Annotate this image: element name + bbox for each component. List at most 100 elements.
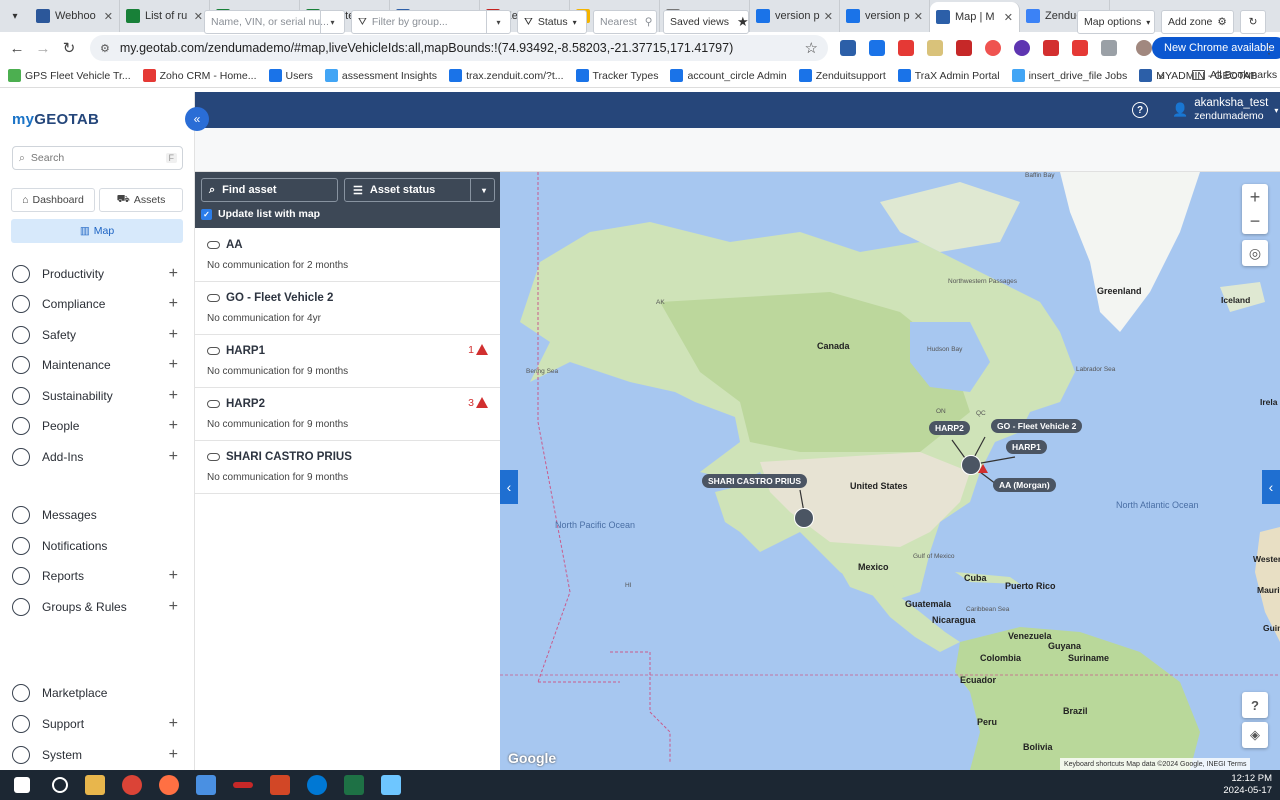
all-bookmarks-button[interactable]: All Bookmarks [1192,69,1277,81]
bookmarks-overflow-icon[interactable]: » [1158,69,1165,83]
help-icon[interactable]: ? [1132,102,1148,118]
sidebar-item-people[interactable]: People + [12,415,182,437]
dashboard-button[interactable]: ⌂ Dashboard [11,188,95,212]
vehicle-tag-go-fleet-vehicle-2[interactable]: GO - Fleet Vehicle 2 [991,419,1083,433]
expand-plus-icon[interactable]: + [169,387,178,405]
system-clock[interactable]: 12:12 PM 2024-05-17 [1223,773,1272,797]
site-info-icon[interactable]: ⚙ [100,42,110,55]
vehicle-tag-harp1[interactable]: HARP1 [1006,440,1047,454]
saved-views-button[interactable]: Saved views ★ [663,10,749,34]
collapse-panel-left-button[interactable]: ‹ [500,470,518,504]
sidebar-item-notifications[interactable]: Notifications [12,535,182,557]
map-view[interactable]: Baffin Bay Greenland Iceland Irela North… [500,172,1280,770]
sidebar-item-sustainability[interactable]: Sustainability + [12,385,182,407]
extension-icon-3[interactable] [898,40,914,56]
expand-panel-right-button[interactable]: ‹ [1262,470,1280,504]
windows-start-icon[interactable] [14,777,30,793]
bookmark-item[interactable]: Zenduitsupport [798,69,886,82]
extension-icon-7[interactable] [1014,40,1030,56]
sidebar-item-support[interactable]: Support + [12,713,182,735]
asset-list-item[interactable]: HARP2 No communication for 9 months 3 [195,388,500,441]
expand-plus-icon[interactable]: + [169,746,178,764]
update-list-checkbox[interactable]: ✓ Update list with map [201,208,320,220]
add-zone-button[interactable]: Add zone ⚙ [1161,10,1234,34]
close-tab-icon[interactable]: ✕ [1004,11,1013,24]
refresh-button[interactable]: ↻ [1240,10,1266,34]
chevron-down-icon[interactable]: ▾ [320,11,344,33]
expand-plus-icon[interactable]: + [169,598,178,616]
sidebar-item-maintenance[interactable]: Maintenance + [12,354,182,376]
extension-icon-4[interactable] [927,40,943,56]
vehicle-marker-shari[interactable] [794,508,814,528]
sidebar-item-marketplace[interactable]: Marketplace [12,682,182,704]
bookmark-item[interactable]: assessment Insights [324,69,437,82]
vehicle-tag-harp2[interactable]: HARP2 [929,421,970,435]
close-tab-icon[interactable]: ✕ [914,10,923,23]
browser-tab[interactable]: Map | M ✕ [930,2,1020,32]
expand-plus-icon[interactable]: + [169,417,178,435]
status-filter-button[interactable]: ⛛ Status ▾ [517,10,587,34]
chrome-icon[interactable] [122,775,142,795]
sidebar-item-messages[interactable]: Messages [12,504,182,526]
sidebar-item-reports[interactable]: Reports + [12,565,182,587]
app-icon-red[interactable] [233,782,253,788]
sidebar-item-productivity[interactable]: Productivity + [12,263,182,285]
asset-name-search-input[interactable]: Name, VIN, or serial nu... ▾ [204,10,345,34]
browser-menu-icon[interactable]: ⋮ [1262,40,1276,57]
asset-status-button[interactable]: ☰ Asset status ▾ [344,178,495,202]
expand-plus-icon[interactable]: + [169,265,178,283]
expand-plus-icon[interactable]: + [169,567,178,585]
asset-list-item[interactable]: SHARI CASTRO PRIUS No communication for 9… [195,441,500,494]
group-filter-input[interactable]: ⛛ Filter by group... ▾ [351,10,511,34]
search-icon[interactable] [52,777,68,793]
extension-icon-2[interactable] [869,40,885,56]
extensions-puzzle-icon[interactable] [1101,40,1117,56]
map-options-button[interactable]: Map options ▾ [1077,10,1155,34]
sidebar-item-compliance[interactable]: Compliance + [12,293,182,315]
bookmark-item[interactable]: insert_drive_file Jobs [1011,69,1127,82]
bookmark-star-icon[interactable]: ☆ [805,39,818,57]
sidebar-item-system[interactable]: System + [12,744,182,766]
assets-button[interactable]: ⛟ Assets [99,188,183,212]
asset-list-item[interactable]: HARP1 No communication for 9 months 1 [195,335,500,388]
profile-avatar-icon[interactable] [1136,40,1152,56]
sidebar-item-safety[interactable]: Safety + [12,324,182,346]
chevron-down-icon[interactable]: ▾ [486,11,510,33]
find-asset-button[interactable]: ⌕ Find asset [201,178,338,202]
extension-icon-5[interactable] [956,40,972,56]
map-help-button[interactable]: ? [1242,692,1268,718]
vehicle-tag-shari-castro-prius[interactable]: SHARI CASTRO PRIUS [702,474,808,488]
mygeotab-logo[interactable]: myGEOTAB [12,111,99,128]
zoom-out-icon[interactable]: − [1250,209,1261,233]
browser-tab[interactable]: List of ru ✕ [120,0,210,32]
powerpoint-icon[interactable] [270,775,290,795]
skype-icon[interactable] [307,775,327,795]
browser-tab[interactable]: version p ✕ [750,0,840,32]
user-menu[interactable]: 👤 akanksha_test zendumademo ▾ [1172,97,1278,123]
zoom-in-icon[interactable]: + [1250,185,1261,209]
bookmark-item[interactable]: trax.zenduit.com/?t... [449,69,564,82]
new-chrome-available-button[interactable]: New Chrome available [1152,37,1280,59]
expand-plus-icon[interactable]: + [169,448,178,466]
bookmark-item[interactable]: TraX Admin Portal [897,69,1000,82]
back-icon[interactable]: ← [4,40,30,57]
asset-list-item[interactable]: GO - Fleet Vehicle 2 No communication for… [195,282,500,335]
excel-icon[interactable] [344,775,364,795]
browser-tab[interactable]: version p ✕ [840,0,930,32]
extension-icon-1[interactable] [840,40,856,56]
tab-search-chevron-icon[interactable]: ▾ [0,0,30,32]
locate-me-button[interactable]: ◎ [1242,240,1268,266]
bookmark-item[interactable]: GPS Fleet Vehicle Tr... [8,69,131,82]
nearest-button[interactable]: Nearest ⚲ [593,10,657,34]
expand-plus-icon[interactable]: + [169,326,178,344]
close-tab-icon[interactable]: ✕ [194,10,203,23]
map-layers-button[interactable]: ◈ [1242,722,1268,748]
map-attribution[interactable]: Keyboard shortcuts Map data ©2024 Google… [1060,758,1251,770]
bookmark-item[interactable]: Zoho CRM - Home... [142,69,257,82]
expand-plus-icon[interactable]: + [169,356,178,374]
extension-icon-8[interactable] [1043,40,1059,56]
store-icon[interactable] [196,775,216,795]
notes-icon[interactable] [381,775,401,795]
expand-plus-icon[interactable]: + [169,715,178,733]
file-explorer-icon[interactable] [85,775,105,795]
